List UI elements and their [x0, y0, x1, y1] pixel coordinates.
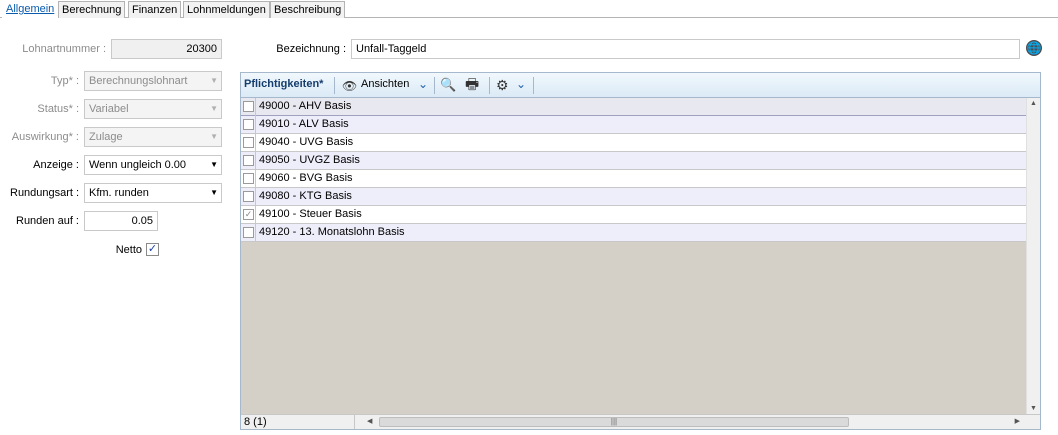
- print-preview-icon[interactable]: 🔍: [440, 76, 456, 94]
- rundungsart-select[interactable]: Kfm. runden ▼: [84, 183, 222, 203]
- anzeige-select[interactable]: Wenn ungleich 0.00 ▼: [84, 155, 222, 175]
- tab-bar: Allgemein Berechnung Finanzen Lohnmeldun…: [0, 0, 1058, 19]
- auswirkung-label: Auswirkung* :: [11, 131, 79, 143]
- chevron-down-icon[interactable]: ⌄: [418, 75, 428, 93]
- status-value: Variabel: [89, 103, 129, 115]
- table-row[interactable]: 49000 - AHV Basis: [241, 98, 1026, 116]
- scroll-right-icon[interactable]: ▶: [1015, 417, 1020, 425]
- globe-icon[interactable]: 🌐: [1026, 40, 1042, 56]
- runden-auf-label: Runden auf :: [16, 215, 79, 227]
- table-row[interactable]: ✓ 49100 - Steuer Basis: [241, 206, 1026, 224]
- row-checkbox[interactable]: [243, 191, 254, 202]
- table-row[interactable]: 49080 - KTG Basis: [241, 188, 1026, 206]
- row-text: 49060 - BVG Basis: [255, 170, 1026, 188]
- row-text: 49050 - UVGZ Basis: [255, 152, 1026, 170]
- tab-finanzen[interactable]: Finanzen: [128, 1, 182, 18]
- scroll-left-icon[interactable]: ◀: [367, 417, 372, 425]
- dropdown-arrow-icon: ▼: [210, 188, 218, 197]
- scroll-up-icon[interactable]: ▲: [1030, 100, 1037, 107]
- row-checkbox[interactable]: [243, 101, 254, 112]
- vertical-scrollbar[interactable]: ▲ ▼: [1026, 98, 1040, 414]
- pflichtigkeiten-grid: Pflichtigkeiten* 👁 Ansichten ⌄ 🔍 🖶 ⚙ ⌄ 4…: [240, 72, 1041, 430]
- bezeichnung-field[interactable]: Unfall-Taggeld: [351, 39, 1020, 59]
- row-checkbox[interactable]: [243, 137, 254, 148]
- dropdown-arrow-icon: ▼: [210, 76, 218, 85]
- row-checkbox[interactable]: [243, 155, 254, 166]
- table-row[interactable]: 49050 - UVGZ Basis: [241, 152, 1026, 170]
- grip-icon: |||: [610, 417, 618, 426]
- dropdown-arrow-icon: ▼: [210, 160, 218, 169]
- row-text: 49000 - AHV Basis: [255, 98, 1026, 116]
- scroll-down-icon[interactable]: ▼: [1030, 405, 1037, 412]
- tab-beschreibung[interactable]: Beschreibung: [270, 1, 346, 18]
- grid-rows: 49000 - AHV Basis 49010 - ALV Basis 4904…: [241, 98, 1026, 242]
- chevron-down-icon[interactable]: ⌄: [516, 75, 526, 93]
- grid-toolbar: Pflichtigkeiten* 👁 Ansichten ⌄ 🔍 🖶 ⚙ ⌄: [241, 73, 1040, 98]
- toolbar-separator: [533, 77, 534, 94]
- row-text: 49010 - ALV Basis: [255, 116, 1026, 134]
- table-row[interactable]: 49120 - 13. Monatslohn Basis: [241, 224, 1026, 242]
- dropdown-arrow-icon: ▼: [210, 104, 218, 113]
- print-icon[interactable]: 🖶: [465, 76, 479, 94]
- tab-lohnmeldungen[interactable]: Lohnmeldungen: [183, 1, 270, 18]
- typ-select[interactable]: Berechnungslohnart ▼: [84, 71, 222, 91]
- row-checkbox[interactable]: [243, 173, 254, 184]
- table-row[interactable]: 49060 - BVG Basis: [241, 170, 1026, 188]
- rundungsart-label: Rundungsart :: [10, 187, 80, 199]
- row-text: 49120 - 13. Monatslohn Basis: [255, 224, 1026, 242]
- row-count: 8 (1): [244, 416, 267, 428]
- anzeige-value: Wenn ungleich 0.00: [89, 159, 187, 171]
- eye-icon[interactable]: 👁: [342, 77, 357, 95]
- row-text: 49100 - Steuer Basis: [255, 206, 1026, 224]
- auswirkung-value: Zulage: [89, 131, 123, 143]
- dropdown-arrow-icon: ▼: [210, 132, 218, 141]
- toolbar-separator: [489, 77, 490, 94]
- typ-label: Typ* :: [50, 75, 79, 87]
- table-row[interactable]: 49010 - ALV Basis: [241, 116, 1026, 134]
- auswirkung-select[interactable]: Zulage ▼: [84, 127, 222, 147]
- row-checkbox[interactable]: [243, 227, 254, 238]
- ansichten-button[interactable]: Ansichten: [361, 78, 409, 90]
- row-checkbox[interactable]: ✓: [243, 209, 254, 220]
- tab-berechnung[interactable]: Berechnung: [58, 1, 126, 18]
- netto-checkbox[interactable]: ✓: [146, 243, 159, 256]
- bezeichnung-label: Bezeichnung :: [276, 43, 346, 55]
- typ-value: Berechnungslohnart: [89, 75, 188, 87]
- tab-allgemein[interactable]: Allgemein: [2, 0, 59, 19]
- netto-label: Netto: [115, 244, 142, 256]
- horizontal-scrollbar[interactable]: ◀ ||| ▶: [354, 415, 1026, 429]
- table-row[interactable]: 49040 - UVG Basis: [241, 134, 1026, 152]
- row-checkbox[interactable]: [243, 119, 254, 130]
- lohnartnummer-field[interactable]: 20300: [111, 39, 222, 59]
- status-select[interactable]: Variabel ▼: [84, 99, 222, 119]
- anzeige-label: Anzeige :: [33, 159, 79, 171]
- status-label: Status* :: [37, 103, 79, 115]
- grid-status-bar: 8 (1) ◀ ||| ▶: [241, 414, 1040, 429]
- grid-title: Pflichtigkeiten*: [244, 78, 324, 90]
- rundungsart-value: Kfm. runden: [89, 187, 149, 199]
- row-text: 49080 - KTG Basis: [255, 188, 1026, 206]
- row-text: 49040 - UVG Basis: [255, 134, 1026, 152]
- runden-auf-field[interactable]: 0.05: [84, 211, 158, 231]
- gear-icon[interactable]: ⚙: [496, 76, 509, 94]
- lohnartnummer-label: Lohnartnummer :: [22, 43, 106, 55]
- scroll-thumb[interactable]: |||: [379, 417, 849, 427]
- toolbar-separator: [434, 77, 435, 94]
- toolbar-separator: [334, 77, 335, 94]
